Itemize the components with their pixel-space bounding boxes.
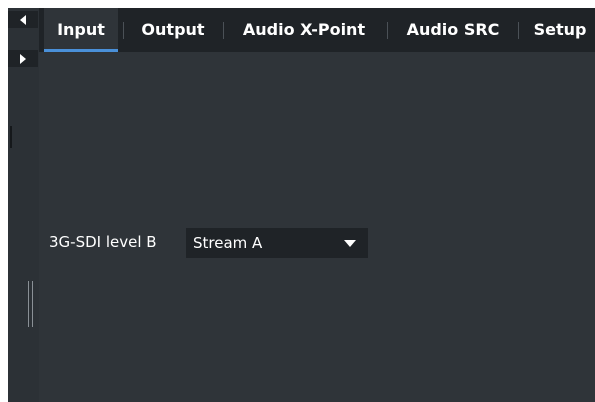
tab-setup[interactable]: Setup [525,8,595,52]
select-value: Stream A [193,234,263,252]
tab-label: Audio X-Point [242,20,366,39]
tab-separator [518,22,519,39]
left-sidebar-strip [8,8,39,402]
edge-marker [10,126,12,148]
3g-sdi-level-b-select[interactable]: Stream A [186,228,368,258]
tab-audio-src[interactable]: Audio SRC [395,8,511,52]
tab-separator [123,22,124,39]
chevron-down-icon [344,240,356,247]
app-window: Input Output Audio X-Point Audio SRC Set… [8,8,595,402]
tab-label: Output [141,20,205,39]
tab-audio-x-point[interactable]: Audio X-Point [234,8,374,52]
tab-separator [387,22,388,39]
3g-sdi-level-b-label: 3G-SDI level B [49,233,157,251]
triangle-left-icon [20,14,26,25]
tab-output[interactable]: Output [135,8,211,52]
resize-grip-line[interactable] [32,281,33,327]
tab-separator [223,22,224,39]
tab-label: Input [57,20,105,39]
scroll-tabs-right-button[interactable] [8,50,38,67]
scroll-tabs-left-button[interactable] [8,11,38,28]
tab-label: Setup [533,20,587,39]
resize-grip-line[interactable] [28,281,29,327]
tab-bar: Input Output Audio X-Point Audio SRC Set… [39,8,595,52]
tab-label: Audio SRC [406,20,500,39]
triangle-right-icon [20,53,26,64]
tab-input[interactable]: Input [44,8,118,52]
tab-content-panel: 3G-SDI level B Stream A [39,52,595,402]
